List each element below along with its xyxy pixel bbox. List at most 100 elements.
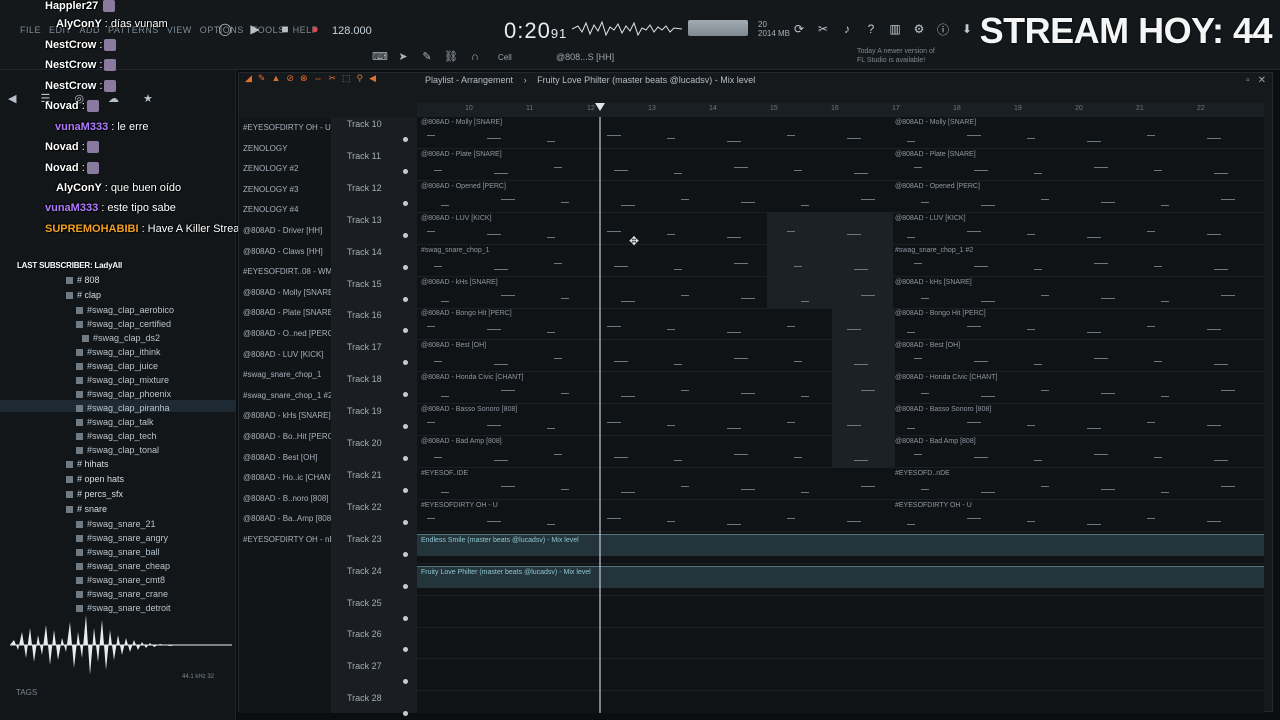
track-label[interactable]: Track 13 (347, 215, 382, 225)
refresh-icon[interactable]: ⟳ (792, 22, 806, 36)
track-label[interactable]: Track 28 (347, 693, 382, 703)
picker-clip[interactable]: ZENOLOGY (243, 144, 287, 153)
pattern-clip-label[interactable]: @808AD - LUV [KICK] (421, 215, 492, 222)
pattern-clip-label[interactable]: @808AD - Honda Civic [CHANT] (895, 374, 997, 381)
track-lane[interactable]: #EYESOF..IDE #EYESOFD..nDE (417, 468, 1264, 500)
track-lane[interactable]: @808AD - Plate [SNARE] @808AD - Plate [SN… (417, 149, 1264, 181)
track-lane[interactable]: @808AD - Bad Amp [808] @808AD - Bad Amp [… (417, 436, 1264, 468)
track-mute-dot[interactable] (403, 168, 408, 174)
playhead-marker[interactable] (595, 103, 605, 111)
pattern-clip-label[interactable]: @808AD - Molly [SNARE] (895, 119, 976, 126)
time-display[interactable]: 0:2091 (504, 18, 567, 44)
download-icon[interactable]: ⬇ (960, 22, 974, 36)
browser-folder[interactable]: # percs_sfx (66, 489, 123, 499)
playlist-lanes[interactable]: @808AD - Molly [SNARE] @808AD - Molly [SN… (417, 117, 1264, 713)
track-lane[interactable]: @808AD - Molly [SNARE] @808AD - Molly [SN… (417, 117, 1264, 149)
browser-file[interactable]: #swag_snare_21 (76, 519, 156, 529)
mute-tool-icon[interactable]: ⊗ (300, 73, 308, 84)
mic-icon[interactable]: ♪ (840, 22, 854, 36)
browser-folder[interactable]: # hihats (66, 459, 109, 469)
mixer-icon[interactable]: ▥ (888, 22, 902, 36)
track-mute-dot[interactable] (403, 615, 408, 621)
audio-clip[interactable]: Endless Smile (master beats @lucadsv) - … (417, 533, 1264, 556)
track-mute-dot[interactable] (403, 424, 408, 430)
picker-clip[interactable]: @808AD - LUV [KICK] (243, 350, 324, 359)
picker-clip[interactable]: #EYESOFDIRTY OH - nDE (243, 535, 341, 544)
track-lane[interactable] (417, 691, 1264, 713)
track-lane[interactable]: @808AD - Basso Sonoro [808] @808AD - Bass… (417, 404, 1264, 437)
pattern-clip-label[interactable]: @808AD - LUV [KICK] (895, 215, 966, 222)
track-lane[interactable]: @808AD - Best [OH] @808AD - Best [OH] (417, 340, 1264, 373)
picker-clip[interactable]: @808AD - Bo..Hit [PERC] (243, 432, 336, 441)
track-mute-dot[interactable] (403, 232, 408, 238)
track-mute-dot[interactable] (403, 137, 408, 142)
pattern-clip-label[interactable]: #EYESOF..IDE (421, 470, 468, 477)
browser-file[interactable]: #swag_snare_cheap (76, 561, 170, 571)
track-mute-dot[interactable] (403, 551, 408, 557)
pattern-clip-label[interactable]: @808AD - Bad Amp [808] (421, 438, 502, 445)
track-label[interactable]: Track 16 (347, 310, 382, 320)
pattern-selector[interactable]: @808...S [HH] (556, 52, 614, 62)
track-mute-dot[interactable] (403, 487, 408, 493)
magnet-icon[interactable]: ◢ (245, 73, 252, 84)
pattern-clip-label[interactable]: @808AD - Plate [SNARE] (895, 151, 976, 158)
tags-label[interactable]: TAGS (16, 688, 37, 697)
track-label[interactable]: Track 23 (347, 534, 382, 544)
track-label[interactable]: Track 17 (347, 342, 382, 352)
browser-file[interactable]: #swag_clap_certified (76, 319, 171, 329)
pattern-clip-label[interactable]: @808AD - Basso Sonoro [808] (895, 406, 991, 413)
arrow-icon[interactable]: ➤ (396, 50, 410, 63)
picker-clip[interactable]: ZENOLOGY #4 (243, 205, 298, 214)
track-mute-dot[interactable] (403, 296, 408, 302)
plugin-icon[interactable]: ⚙ (912, 22, 926, 36)
track-label[interactable]: Track 21 (347, 470, 382, 480)
picker-clip[interactable]: @808AD - Plate [SNARE] (243, 308, 335, 317)
browser-folder[interactable]: # clap (66, 290, 101, 300)
picker-clip[interactable]: @808AD - kHs [SNARE] (243, 411, 331, 420)
track-label[interactable]: Track 12 (347, 183, 382, 193)
draw-tool-icon[interactable]: ✎ (258, 73, 266, 84)
pattern-clip-label[interactable]: @808AD - kHs [SNARE] (421, 279, 498, 286)
track-mute-dot[interactable] (403, 264, 408, 270)
cut-icon[interactable]: ✂ (816, 22, 830, 36)
track-label[interactable]: Track 20 (347, 438, 382, 448)
track-label[interactable]: Track 10 (347, 119, 382, 129)
link-icon[interactable]: ⛓ (444, 50, 458, 63)
picker-clip[interactable]: @808AD - Best [OH] (243, 453, 317, 462)
timeline-ruler[interactable]: 10 11 12 13 14 15 16 17 18 19 20 21 22 (417, 103, 1264, 117)
track-mute-dot[interactable] (403, 392, 408, 398)
track-mute-dot[interactable] (403, 456, 408, 461)
track-label[interactable]: Track 15 (347, 279, 382, 289)
track-label[interactable]: Track 27 (347, 661, 382, 671)
close-icon[interactable]: ✕ (1258, 75, 1266, 86)
pattern-clip-label[interactable]: @808AD - kHs [SNARE] (895, 279, 972, 286)
browser-file[interactable]: #swag_clap_ithink (76, 347, 161, 357)
browser-file[interactable]: #swag_clap_tonal (76, 445, 159, 455)
pattern-clip-label[interactable]: @808AD - Best [OH] (421, 342, 486, 349)
pattern-clip-label[interactable]: #EYESOFDIRTY OH - U (421, 502, 498, 509)
news-panel[interactable]: Today A newer version of FL Studio is ava… (857, 47, 935, 65)
track-label[interactable]: Track 22 (347, 502, 382, 512)
pattern-clip-label[interactable]: @808AD - Bongo Hit [PERC] (895, 310, 986, 317)
browser-file[interactable]: #swag_snare_cmt8 (76, 575, 165, 585)
pencil-icon[interactable]: ✎ (420, 50, 434, 63)
track-lane[interactable]: @808AD - Opened [PERC] @808AD - Opened [P… (417, 181, 1264, 213)
track-lane[interactable]: @808AD - kHs [SNARE] @808AD - kHs [SNARE] (417, 276, 1264, 309)
picker-clip[interactable]: @808AD - Ho..ic [CHANT] (243, 473, 337, 482)
pattern-clip-label[interactable]: @808AD - Opened [PERC] (421, 183, 506, 190)
picker-clip[interactable]: ZENOLOGY #3 (243, 185, 298, 194)
track-mute-dot[interactable] (403, 679, 408, 685)
browser-file[interactable]: #swag_clap_mixture (76, 375, 169, 385)
zoom-tool-icon[interactable]: ⚲ (357, 73, 364, 84)
track-lane[interactable] (417, 596, 1264, 628)
track-label[interactable]: Track 24 (347, 566, 382, 576)
pattern-clip-label[interactable]: @808AD - Best [OH] (895, 342, 960, 349)
audio-clip[interactable]: Fruity Love Philter (master beats @lucad… (417, 565, 1264, 588)
track-mute-dot[interactable] (403, 519, 408, 525)
picker-clip[interactable]: @808AD - Ba..Amp [808] (243, 514, 333, 523)
info-icon[interactable]: ⓘ (936, 22, 950, 37)
pattern-clip-label[interactable]: @808AD - Opened [PERC] (895, 183, 980, 190)
track-label[interactable]: Track 26 (347, 629, 382, 639)
track-mute-dot[interactable] (403, 711, 408, 717)
picker-clip[interactable]: #swag_snare_chop_1 (243, 370, 321, 379)
